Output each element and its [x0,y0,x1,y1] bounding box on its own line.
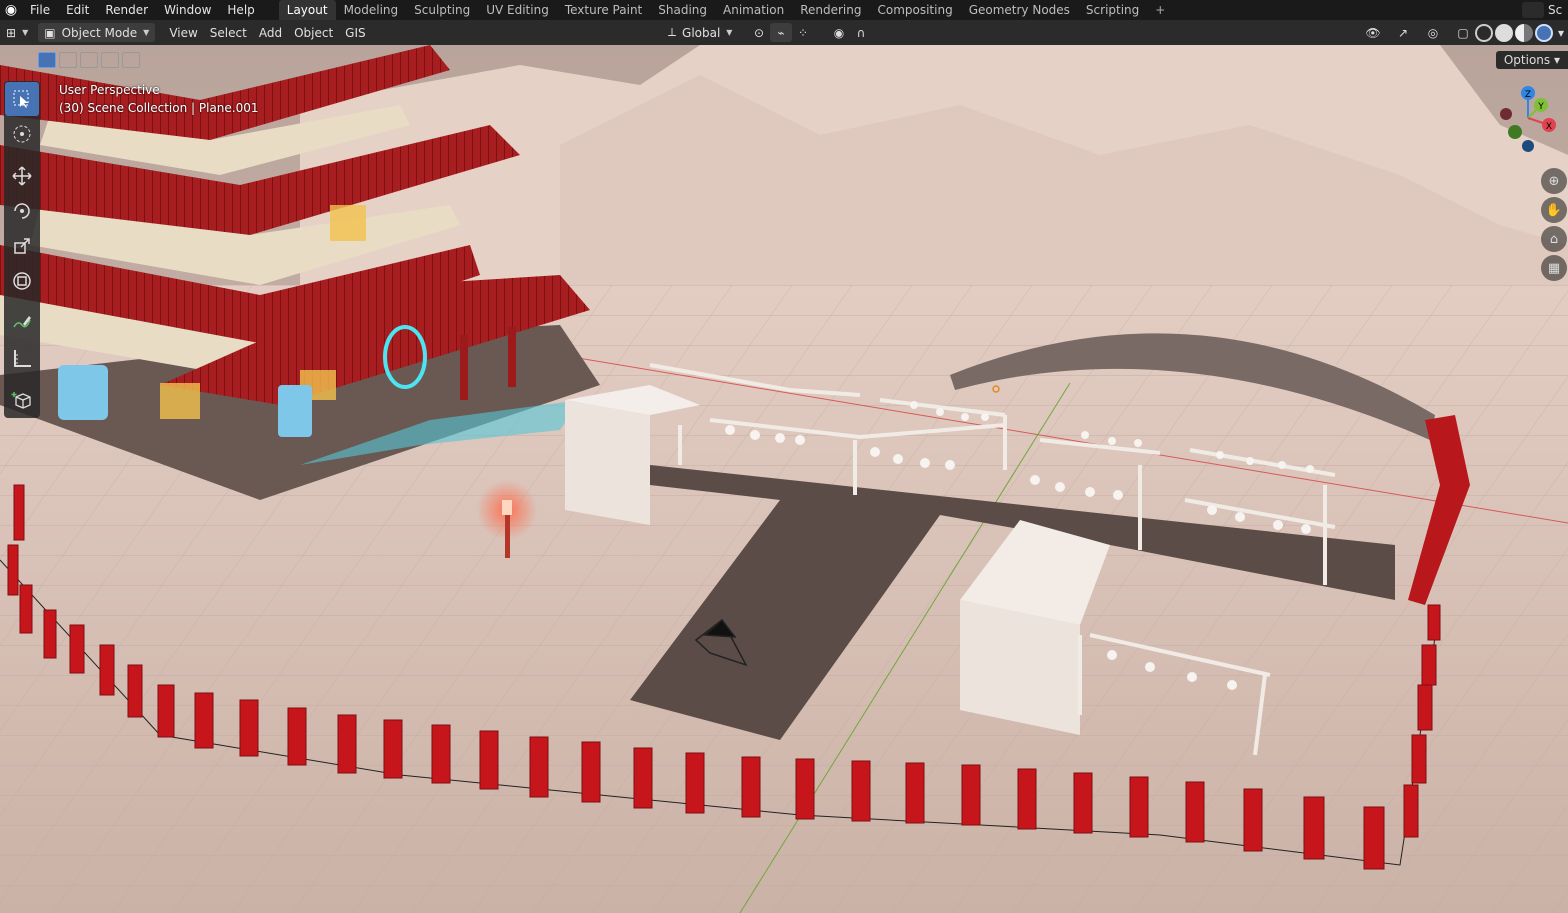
menu-view[interactable]: View [163,23,203,42]
viewport-right-controls: 👁 ↗ ◎ ▢ ▾ [1362,23,1568,42]
tab-layout[interactable]: Layout [278,0,336,20]
snap-toggle-icon[interactable]: ⌁ [770,23,792,42]
falloff-icon[interactable]: ∩ [850,23,872,42]
menu-select[interactable]: Select [204,23,253,42]
select-invert-icon[interactable] [101,52,119,68]
menu-add[interactable]: Add [253,23,288,42]
tab-rendering[interactable]: Rendering [792,0,869,20]
tool-shelf [4,81,40,418]
options-dropdown[interactable]: Options ▾ [1495,51,1568,69]
annotate-icon[interactable] [5,306,39,340]
pivot-point-icon[interactable]: ⊙ [748,23,770,42]
main-menu: File Edit Render Window Help [22,0,263,20]
menu-help[interactable]: Help [219,0,262,20]
add-workspace-icon[interactable]: + [1147,0,1173,20]
add-cube-icon[interactable] [5,383,39,417]
stall-left [565,400,650,525]
zoom-icon[interactable]: ⊕ [1541,168,1567,194]
menu-window[interactable]: Window [156,0,219,20]
selection-mode-buttons [38,52,143,68]
pan-hand-icon[interactable]: ✋ [1541,197,1567,223]
rendered-shading-icon[interactable] [1535,23,1553,42]
navigation-buttons: ⊕ ✋ ⌂ ▦ [1540,165,1568,284]
wireframe-shading-icon[interactable] [1475,23,1493,42]
tab-geometry-nodes[interactable]: Geometry Nodes [961,0,1078,20]
menu-object[interactable]: Object [288,23,339,42]
menu-gis[interactable]: GIS [339,23,371,42]
mode-label: Object Mode [61,25,138,40]
select-subtract-icon[interactable] [80,52,98,68]
material-shading-icon[interactable] [1515,23,1533,42]
tab-texture-paint[interactable]: Texture Paint [557,0,650,20]
rotate-icon[interactable] [5,194,39,228]
perspective-label: User Perspective [59,83,160,97]
mode-dropdown[interactable]: ▣ Object Mode ▼ [38,23,156,42]
shading-options-icon[interactable]: ▾ [1554,23,1568,42]
scene-browse-icon[interactable] [1522,2,1544,18]
gizmo-z-label: Z [1525,90,1531,100]
select-intersect-icon[interactable] [122,52,140,68]
tab-compositing[interactable]: Compositing [869,0,960,20]
transform-icon[interactable] [5,264,39,298]
scene-selector: Sc [1522,0,1568,20]
gizmo-toggle-icon[interactable]: ↗ [1392,23,1414,42]
visibility-icon[interactable]: 👁 [1362,23,1384,42]
editor-type-icon[interactable]: ⊞ ▼ [0,23,34,42]
orientation-icon: ⟂ [668,25,677,39]
options-label: Options [1503,53,1551,67]
measure-icon[interactable] [5,341,39,375]
move-icon[interactable] [5,159,39,193]
3d-viewport[interactable]: Options ▾ User Perspective (30) Scene Co… [0,45,1568,913]
select-new-icon[interactable] [38,52,56,68]
select-box-icon[interactable] [5,82,39,116]
gizmo-y-label: Y [1537,102,1544,112]
chevron-down-icon: ▼ [143,28,150,37]
snap-target-icon[interactable]: ⁘ [792,23,814,42]
proportional-edit-icon[interactable]: ◉ [828,23,850,42]
transform-orientation-dropdown[interactable]: ⟂ Global ▼ [662,23,738,42]
scene-name[interactable]: Sc [1548,3,1568,17]
xray-toggle-icon[interactable]: ▢ [1452,23,1474,42]
tab-scripting[interactable]: Scripting [1078,0,1147,20]
mode-icon: ▣ [44,25,56,40]
select-extend-icon[interactable] [59,52,77,68]
navigation-gizmo[interactable]: Z Y X [1498,83,1558,153]
chevron-down-icon: ▼ [726,28,733,37]
workspace-tabs: Layout Modeling Sculpting UV Editing Tex… [278,0,1174,20]
viewport-info: User Perspective (30) Scene Collection |… [59,81,259,117]
tab-animation[interactable]: Animation [715,0,792,20]
menu-file[interactable]: File [22,0,58,20]
perspective-grid-icon[interactable]: ▦ [1541,255,1567,281]
orientation-label: Global [682,25,721,40]
collection-label: (30) Scene Collection | Plane.001 [59,101,259,115]
tab-modeling[interactable]: Modeling [336,0,407,20]
tab-sculpting[interactable]: Sculpting [406,0,478,20]
cursor-icon[interactable] [5,117,39,151]
gizmo-x-label: X [1546,122,1552,132]
scale-icon[interactable] [5,229,39,263]
camera-view-icon[interactable]: ⌂ [1541,226,1567,252]
menu-render[interactable]: Render [97,0,156,20]
overlay-toggle-icon[interactable]: ◎ [1422,23,1444,42]
viewport-header: ⊞ ▼ ▣ Object Mode ▼ View Select Add Objec… [0,20,1568,45]
tab-shading[interactable]: Shading [650,0,715,20]
menu-edit[interactable]: Edit [58,0,97,20]
solid-shading-icon[interactable] [1495,23,1513,42]
scene-render [0,45,1568,913]
tab-uv-editing[interactable]: UV Editing [478,0,557,20]
blender-logo-icon[interactable]: ◉ [0,0,22,20]
top-bar: ◉ File Edit Render Window Help Layout Mo… [0,0,1568,20]
